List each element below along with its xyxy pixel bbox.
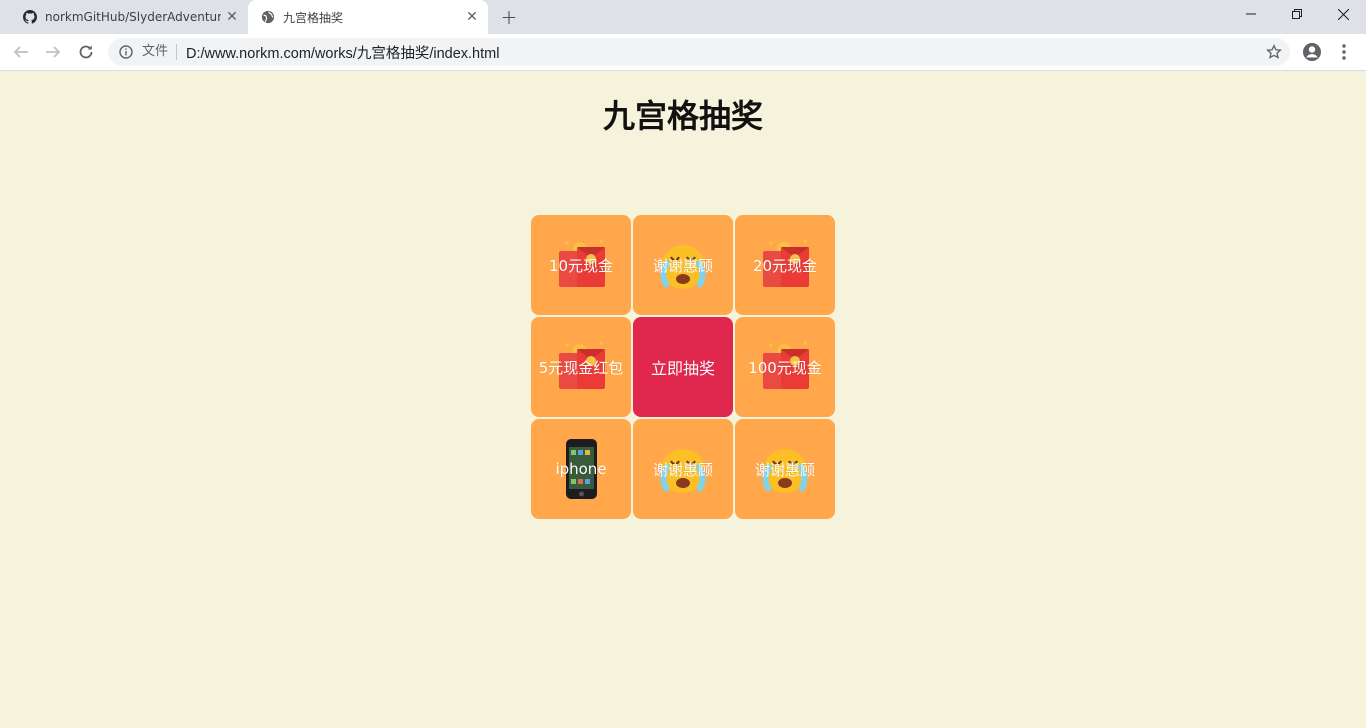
globe-icon bbox=[260, 9, 276, 25]
prize-cell: 100元现金 bbox=[735, 317, 835, 417]
prize-cell: 10元现金 bbox=[531, 215, 631, 315]
prize-label: 5元现金红包 bbox=[538, 358, 624, 377]
address-bar[interactable]: 文件 D:/www.norkm.com/works/九宫格抽奖/index.ht… bbox=[108, 38, 1290, 66]
tab-strip: norkmGitHub/SlyderAdventures ✕ 九宫格抽奖 ✕ + bbox=[0, 0, 1366, 34]
menu-dots-icon[interactable] bbox=[1330, 38, 1358, 66]
prize-label: 谢谢惠顾 bbox=[652, 460, 713, 479]
account-icon[interactable] bbox=[1298, 38, 1326, 66]
tab-lottery[interactable]: 九宫格抽奖 ✕ bbox=[248, 0, 488, 34]
prize-cell: iphone bbox=[531, 419, 631, 519]
back-arrow-icon[interactable] bbox=[7, 38, 35, 66]
prize-cell: 谢谢惠顾 bbox=[633, 419, 733, 519]
prize-label: iphone bbox=[555, 460, 607, 478]
start-draw-label: 立即抽奖 bbox=[650, 359, 715, 378]
info-icon[interactable] bbox=[118, 44, 134, 60]
prize-label: 10元现金 bbox=[548, 256, 614, 275]
github-icon bbox=[22, 9, 38, 25]
url-text[interactable]: D:/www.norkm.com/works/九宫格抽奖/index.html bbox=[186, 42, 499, 63]
forward-arrow-icon[interactable] bbox=[39, 38, 67, 66]
window-close-icon[interactable] bbox=[1320, 0, 1366, 28]
tab-close-icon[interactable]: ✕ bbox=[224, 9, 240, 25]
prize-cell: 谢谢惠顾 bbox=[735, 419, 835, 519]
bookmark-star-icon[interactable] bbox=[1266, 44, 1282, 60]
prize-cell: 谢谢惠顾 bbox=[633, 215, 733, 315]
restore-icon[interactable] bbox=[1274, 0, 1320, 28]
browser-toolbar: 文件 D:/www.norkm.com/works/九宫格抽奖/index.ht… bbox=[0, 34, 1366, 71]
prize-cell: 20元现金 bbox=[735, 215, 835, 315]
prize-label: 100元现金 bbox=[748, 358, 822, 377]
prize-cell: 5元现金红包 bbox=[531, 317, 631, 417]
lottery-grid: 10元现金 谢谢惠顾 20元现金 5元现金红包 立即抽奖 100元现金 ipho… bbox=[530, 214, 836, 520]
prize-label: 谢谢惠顾 bbox=[652, 256, 713, 275]
tab-close-icon[interactable]: ✕ bbox=[464, 9, 480, 25]
tab-title: norkmGitHub/SlyderAdventures bbox=[45, 10, 221, 24]
prize-label: 20元现金 bbox=[752, 256, 818, 275]
tab-github[interactable]: norkmGitHub/SlyderAdventures ✕ bbox=[10, 0, 248, 34]
reload-icon[interactable] bbox=[72, 38, 100, 66]
minimize-icon[interactable] bbox=[1228, 0, 1274, 28]
prize-label: 谢谢惠顾 bbox=[754, 460, 815, 479]
security-chip[interactable]: 文件 bbox=[142, 44, 178, 60]
new-tab-plus-icon[interactable]: + bbox=[498, 5, 520, 29]
tab-title: 九宫格抽奖 bbox=[283, 10, 344, 25]
start-draw-button[interactable]: 立即抽奖 bbox=[633, 317, 733, 417]
page-title: 九宫格抽奖 bbox=[602, 97, 763, 135]
